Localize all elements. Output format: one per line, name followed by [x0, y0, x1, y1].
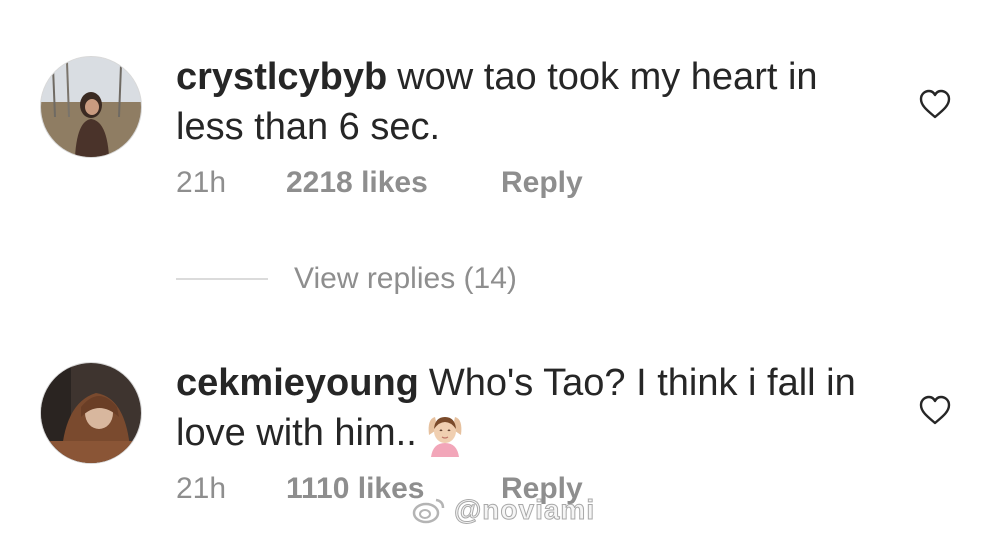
profile-photo-icon: [41, 363, 141, 463]
watermark: @noviami: [412, 494, 595, 526]
comment-likes[interactable]: 2218 likes: [286, 166, 501, 200]
avatar[interactable]: [40, 362, 142, 464]
comment-time: 21h: [176, 472, 227, 505]
watermark-text: @noviami: [453, 494, 596, 526]
comment-text-block: cekmieyoung Who's Tao? I think i fall in …: [176, 358, 876, 458]
comment-username[interactable]: cekmieyoung: [176, 362, 419, 404]
avatar[interactable]: [40, 56, 142, 158]
person-gesturing-ok-emoji-icon: [428, 416, 462, 457]
comment-time: 21h: [176, 166, 227, 199]
heart-icon[interactable]: [918, 394, 952, 426]
comment-text-block: crystlcybyb wow tao took my heart in less…: [176, 52, 876, 152]
divider-line: [176, 278, 268, 280]
view-replies-button[interactable]: View replies (14): [176, 262, 517, 296]
reply-button[interactable]: Reply: [501, 166, 583, 200]
comment-username[interactable]: crystlcybyb: [176, 56, 387, 98]
profile-photo-icon: [41, 57, 141, 157]
comment-meta: 21h 2218 likes Reply: [176, 166, 583, 200]
heart-icon[interactable]: [918, 88, 952, 120]
weibo-logo-icon: [412, 498, 445, 524]
view-replies-label: View replies (14): [294, 262, 517, 295]
